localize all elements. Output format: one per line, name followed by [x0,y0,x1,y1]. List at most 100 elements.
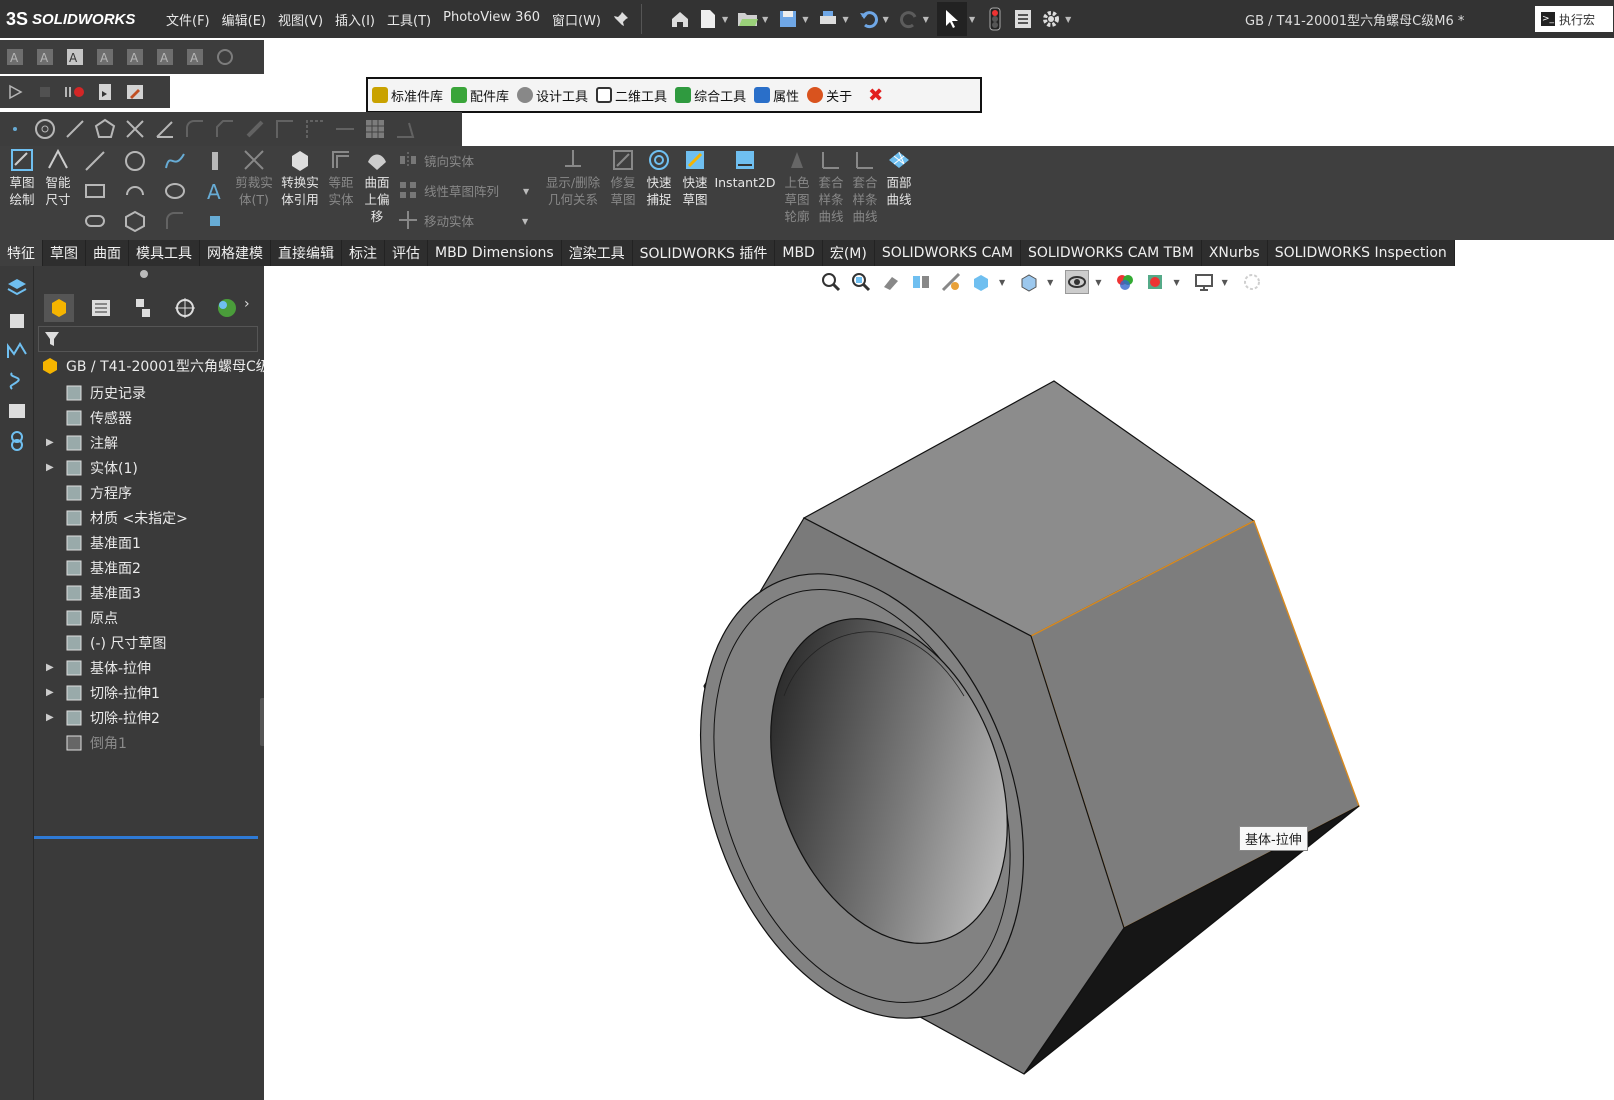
tree-item[interactable]: (-) 尺寸草图 [64,631,166,655]
menu-file[interactable]: 文件(F) [160,10,216,29]
chevron-down-icon[interactable]: ▼ [842,15,848,24]
rollback-bar[interactable] [34,836,258,839]
chevron-down-icon[interactable]: ▼ [923,15,929,24]
quick-snaps-button[interactable]: 快速 捕捉 [642,148,676,208]
dimension-icon[interactable] [334,118,356,140]
angle-icon[interactable] [154,118,176,140]
chevron-down-icon[interactable]: ▼ [969,15,975,24]
tab-9[interactable]: 渲染工具 [561,240,633,266]
tab-0[interactable]: 特征 [0,240,43,266]
spring-icon[interactable] [6,370,28,392]
annotation-note-icon[interactable]: A [64,46,86,68]
tree-item[interactable]: 传感器 [64,406,132,430]
menu-photoview[interactable]: PhotoView 360 [437,10,546,29]
select-arrow-icon[interactable] [936,2,967,36]
tab-13[interactable]: SOLIDWORKS CAM [874,240,1021,266]
property-manager-tab[interactable] [86,294,116,322]
instant2d-button[interactable]: Instant2D [714,148,776,191]
circle-icon[interactable] [124,150,146,172]
tree-item[interactable]: 原点 [64,606,118,630]
angle-dim-icon[interactable] [394,118,416,140]
annotation-a-icon[interactable]: A [124,46,146,68]
rapid-sketch-button[interactable]: 快速 草图 [678,148,712,208]
chevron-down-icon[interactable]: ▼ [762,15,768,24]
chevron-down-icon[interactable]: ▼ [722,15,728,24]
configuration-manager-tab[interactable] [128,294,158,322]
tree-root-part[interactable]: GB / T41-20001型六角螺母C级 [40,356,264,376]
fillet-icon[interactable] [184,118,206,140]
undo-icon[interactable] [857,7,881,31]
linear-pattern-button[interactable]: 线性草图阵列 ▼ [398,180,535,202]
tab-16[interactable]: SOLIDWORKS Inspection [1267,240,1455,266]
line-icon[interactable] [64,118,86,140]
text-icon[interactable]: A [204,180,226,202]
stop-icon[interactable] [34,81,56,103]
annotation-a-icon[interactable]: A [154,46,176,68]
line-icon[interactable] [84,150,106,172]
tree-item[interactable]: 基体-拉伸 [64,656,151,680]
tab-7[interactable]: 评估 [385,240,428,266]
expand-arrow-icon[interactable]: ▶ [46,687,54,698]
mirror-entities-button[interactable]: 镜向实体 [398,150,474,172]
plane-icon[interactable] [204,210,226,232]
tab-1[interactable]: 草图 [43,240,86,266]
ellipse-icon[interactable] [164,180,186,202]
tab-15[interactable]: XNurbs [1201,240,1268,266]
tab-11[interactable]: MBD [775,240,823,266]
repair-sketch-button[interactable]: 修复 草图 [606,148,640,208]
feature-manager-tab[interactable] [44,294,74,322]
library-icon[interactable] [6,400,28,422]
save-icon[interactable] [776,7,800,31]
fillet-icon[interactable] [164,210,186,232]
edit-macro-icon[interactable] [124,81,146,103]
fit-spline-button-1[interactable]: 套合 样条 曲线 [814,148,848,225]
chevron-down-icon[interactable]: ▼ [522,213,528,230]
menu-window[interactable]: 窗口(W) [546,10,607,29]
home-icon[interactable] [668,7,692,31]
offset-entities-button[interactable]: 等距 实体 [324,148,358,208]
move-entities-button[interactable]: 移动实体 ▼ [398,210,534,232]
menu-view[interactable]: 视图(V) [272,10,329,29]
polygon-icon[interactable] [94,118,116,140]
play-icon[interactable] [4,81,26,103]
tree-item[interactable]: 切除-拉伸2 [64,706,160,730]
expand-arrow-icon[interactable]: ▶ [46,462,54,473]
chevron-down-icon[interactable]: ▼ [523,183,529,200]
grid-icon[interactable] [364,118,386,140]
tab-2[interactable]: 曲面 [86,240,129,266]
annotation-a-icon[interactable]: A [34,46,56,68]
menu-insert[interactable]: 插入(I) [329,10,381,29]
tab-3[interactable]: 模具工具 [129,240,200,266]
circle-icon[interactable] [34,118,56,140]
redo-icon[interactable] [897,7,921,31]
smart-dimension-button[interactable]: 智能 尺寸 [40,148,76,208]
new-document-icon[interactable] [696,7,720,31]
standard-parts-button[interactable]: 标准件库 [372,86,443,105]
tab-10[interactable]: SOLIDWORKS 插件 [632,240,776,266]
layers-icon[interactable] [6,276,28,298]
corner-icon[interactable] [274,118,296,140]
2d-tools-button[interactable]: 二维工具 [596,86,667,105]
tab-6[interactable]: 标注 [342,240,385,266]
tree-item[interactable]: 材质 <未指定> [64,506,188,530]
tree-item[interactable]: 基准面1 [64,531,141,555]
dimxpert-manager-tab[interactable] [170,294,200,322]
about-button[interactable]: 关于 [807,86,852,105]
graphics-area[interactable]: ▼ ▼ ▼ ▼ ▼ 基体-拉伸 [264,266,1614,1100]
traffic-light-icon[interactable] [983,7,1007,31]
spline-icon[interactable] [164,150,186,172]
sketch-draw-button[interactable]: 草图 绘制 [4,148,40,208]
close-icon[interactable]: ✖ [868,85,883,106]
display-relations-button[interactable]: 显示/删除 几何关系 [542,148,604,208]
tab-12[interactable]: 宏(M) [822,240,875,266]
annotation-a-icon[interactable]: A [4,46,26,68]
accessories-button[interactable]: 配件库 [451,86,509,105]
menu-edit[interactable]: 编辑(E) [216,10,272,29]
point-icon[interactable] [4,118,26,140]
hex-nut-model[interactable] [264,266,1614,1100]
new-macro-icon[interactable] [94,81,116,103]
chevron-down-icon[interactable]: ▼ [1065,15,1071,24]
menu-tools[interactable]: 工具(T) [381,10,437,29]
display-manager-tab[interactable] [212,294,242,322]
chamfer-icon[interactable] [214,118,236,140]
